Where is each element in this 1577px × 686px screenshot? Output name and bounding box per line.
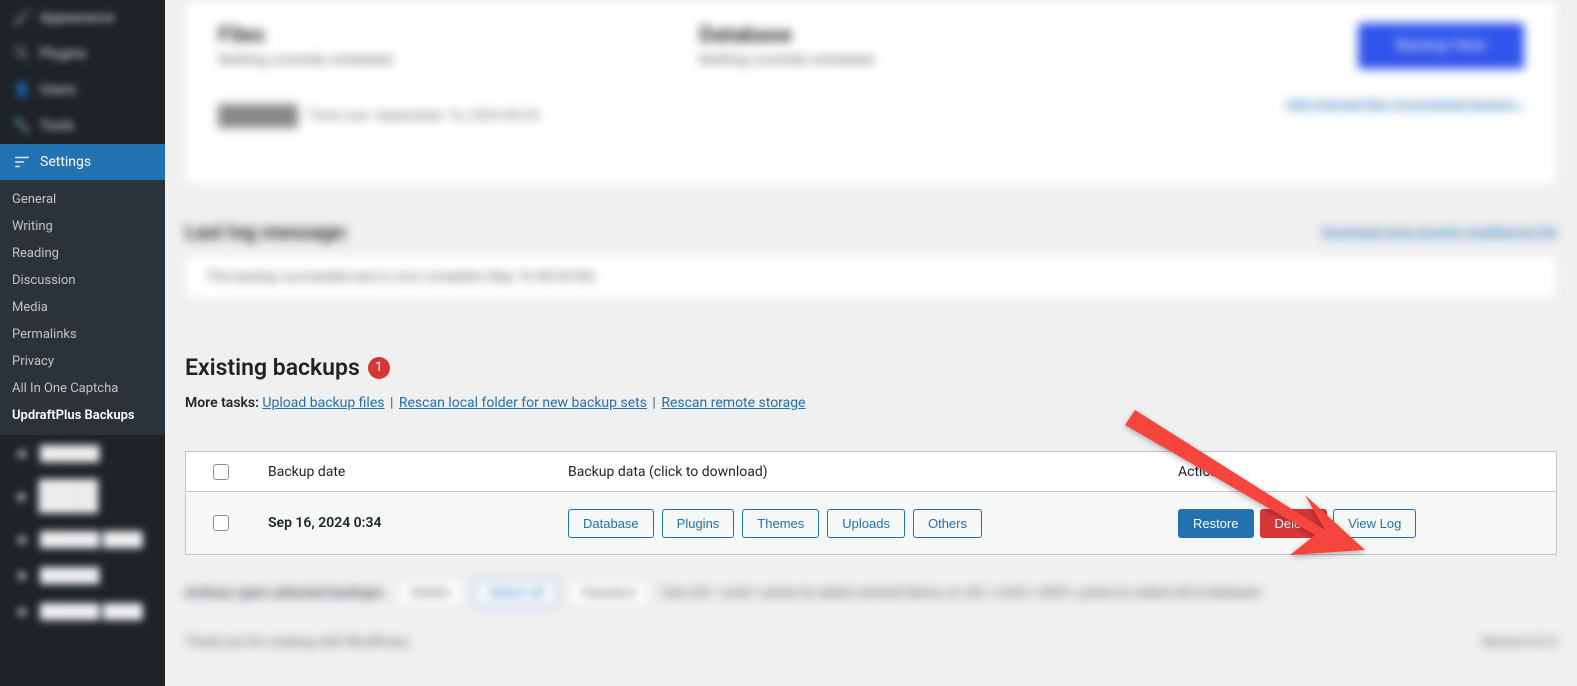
log-section: Last log message: Download most recently… bbox=[185, 220, 1557, 300]
log-body: The backup succeeded and is now complete… bbox=[185, 254, 1557, 300]
files-sub: Nothing currently scheduled bbox=[218, 52, 539, 68]
generic-icon: ■ bbox=[12, 486, 31, 506]
delete-button[interactable]: Delete bbox=[1260, 509, 1328, 538]
submenu-media[interactable]: Media bbox=[0, 294, 165, 321]
sidebar-label: ██████ ████ bbox=[40, 531, 143, 548]
backup-count-badge: 1 bbox=[368, 357, 390, 379]
sidebar-item-plugins[interactable]: 🔌 Plugins bbox=[0, 36, 165, 72]
td-date: Sep 16, 2024 0:34 bbox=[256, 515, 556, 531]
generic-icon: ■ bbox=[12, 443, 32, 463]
content-area: Files Nothing currently scheduled Time n… bbox=[165, 0, 1577, 686]
submenu-discussion[interactable]: Discussion bbox=[0, 267, 165, 294]
separator: | bbox=[390, 395, 393, 411]
selection-hint: Use ctrl / cmd + press to select several… bbox=[661, 585, 1261, 601]
sidebar-item-settings[interactable]: Settings bbox=[0, 144, 165, 180]
th-checkbox bbox=[186, 464, 256, 480]
rescan-remote-link[interactable]: Rescan remote storage bbox=[661, 395, 805, 411]
db-sub: Nothing currently scheduled bbox=[699, 52, 873, 68]
sidebar-label: Appearance bbox=[40, 10, 114, 26]
sidebar-label: ██████ bbox=[40, 445, 100, 462]
sidebar-label: Users bbox=[40, 82, 76, 98]
td-data: Database Plugins Themes Uploads Others bbox=[556, 509, 1166, 538]
select-all-button[interactable]: Select all bbox=[475, 579, 557, 607]
submenu-reading[interactable]: Reading bbox=[0, 240, 165, 267]
sidebar-item-appearance[interactable]: 🖌 Appearance bbox=[0, 0, 165, 36]
sidebar-label: Plugins bbox=[40, 46, 86, 62]
td-actions: Restore Delete View Log bbox=[1166, 509, 1556, 538]
appearance-icon: 🖌 bbox=[12, 8, 32, 28]
download-log-link[interactable]: Download most recently modified log file bbox=[1322, 225, 1557, 240]
deselect-button[interactable]: Deselect bbox=[569, 579, 649, 607]
wp-admin-sidebar: 🖌 Appearance 🔌 Plugins 👤 Users 🔧 Tools S… bbox=[0, 0, 165, 686]
td-checkbox bbox=[186, 515, 256, 531]
generic-icon: ■ bbox=[12, 565, 32, 585]
sidebar-item-users[interactable]: 👤 Users bbox=[0, 72, 165, 108]
sidebar-item-blur4[interactable]: ■ ██████ bbox=[0, 557, 165, 593]
submenu-updraftplus[interactable]: UpdraftPlus Backups bbox=[0, 402, 165, 429]
sidebar-item-tools[interactable]: 🔧 Tools bbox=[0, 108, 165, 144]
time-box bbox=[218, 104, 298, 128]
delete-selected-button[interactable]: Delete bbox=[397, 579, 462, 607]
incremental-link[interactable]: Add changed files (incremental backup)… bbox=[1286, 97, 1524, 112]
view-log-button[interactable]: View Log bbox=[1333, 509, 1416, 538]
users-icon: 👤 bbox=[12, 80, 32, 100]
schedule-panel: Files Nothing currently scheduled Time n… bbox=[185, 0, 1557, 186]
log-heading: Last log message: bbox=[185, 220, 348, 244]
more-tasks-row: More tasks: Upload backup files | Rescan… bbox=[185, 395, 1557, 411]
plugins-icon: 🔌 bbox=[12, 44, 32, 64]
restore-button[interactable]: Restore bbox=[1178, 509, 1254, 538]
backups-table: Backup date Backup data (click to downlo… bbox=[185, 451, 1557, 555]
download-plugins[interactable]: Plugins bbox=[662, 509, 735, 538]
submenu-writing[interactable]: Writing bbox=[0, 213, 165, 240]
table-row: Sep 16, 2024 0:34 Database Plugins Theme… bbox=[186, 492, 1556, 554]
existing-backups-heading: Existing backups bbox=[185, 354, 360, 381]
footer-right: Version 6.6.2 bbox=[1481, 635, 1557, 650]
submenu-captcha[interactable]: All In One Captcha bbox=[0, 375, 165, 402]
settings-submenu: General Writing Reading Discussion Media… bbox=[0, 180, 165, 435]
sidebar-label-settings: Settings bbox=[40, 154, 91, 170]
sidebar-item-blur2[interactable]: ■ ██████ ██████ bbox=[0, 471, 165, 521]
sidebar-label: ██████ ████ bbox=[40, 603, 143, 620]
select-all-checkbox[interactable] bbox=[213, 464, 229, 480]
sidebar-item-blur5[interactable]: ■ ██████ ████ bbox=[0, 593, 165, 629]
selected-actions-row: Actions upon selected backups: Delete Se… bbox=[185, 579, 1557, 607]
generic-icon: ■ bbox=[12, 601, 32, 621]
db-label: Database bbox=[699, 23, 873, 48]
sidebar-label: Tools bbox=[40, 118, 74, 134]
wp-footer: Thank you for creating with WordPress. V… bbox=[185, 635, 1557, 650]
more-tasks-label: More tasks: bbox=[185, 395, 259, 411]
download-database[interactable]: Database bbox=[568, 509, 654, 538]
files-label: Files bbox=[218, 23, 539, 48]
submenu-privacy[interactable]: Privacy bbox=[0, 348, 165, 375]
th-date: Backup date bbox=[256, 464, 556, 480]
backup-now-button[interactable]: Backup Now bbox=[1358, 23, 1524, 69]
download-others[interactable]: Others bbox=[913, 509, 982, 538]
rescan-local-link[interactable]: Rescan local folder for new backup sets bbox=[399, 395, 647, 411]
upload-backup-link[interactable]: Upload backup files bbox=[262, 395, 384, 411]
tools-icon: 🔧 bbox=[12, 116, 32, 136]
submenu-general[interactable]: General bbox=[0, 186, 165, 213]
sidebar-label: ██████ ██████ bbox=[39, 479, 153, 513]
selected-actions-label: Actions upon selected backups: bbox=[185, 585, 385, 601]
download-themes[interactable]: Themes bbox=[742, 509, 819, 538]
download-uploads[interactable]: Uploads bbox=[827, 509, 905, 538]
time-now: Time now: September 16, 2024 00:35 bbox=[308, 108, 539, 124]
footer-left: Thank you for creating with WordPress. bbox=[185, 635, 412, 650]
separator: | bbox=[652, 395, 655, 411]
row-checkbox[interactable] bbox=[213, 515, 229, 531]
th-data: Backup data (click to download) bbox=[556, 464, 1166, 480]
settings-icon bbox=[12, 152, 32, 172]
sidebar-item-blur1[interactable]: ■ ██████ bbox=[0, 435, 165, 471]
th-actions: Actions bbox=[1166, 464, 1556, 480]
sidebar-label: ██████ bbox=[40, 567, 100, 584]
generic-icon: ■ bbox=[12, 529, 32, 549]
table-header-row: Backup date Backup data (click to downlo… bbox=[186, 452, 1556, 492]
sidebar-item-blur3[interactable]: ■ ██████ ████ bbox=[0, 521, 165, 557]
submenu-permalinks[interactable]: Permalinks bbox=[0, 321, 165, 348]
existing-backups-heading-row: Existing backups 1 bbox=[185, 354, 1557, 381]
